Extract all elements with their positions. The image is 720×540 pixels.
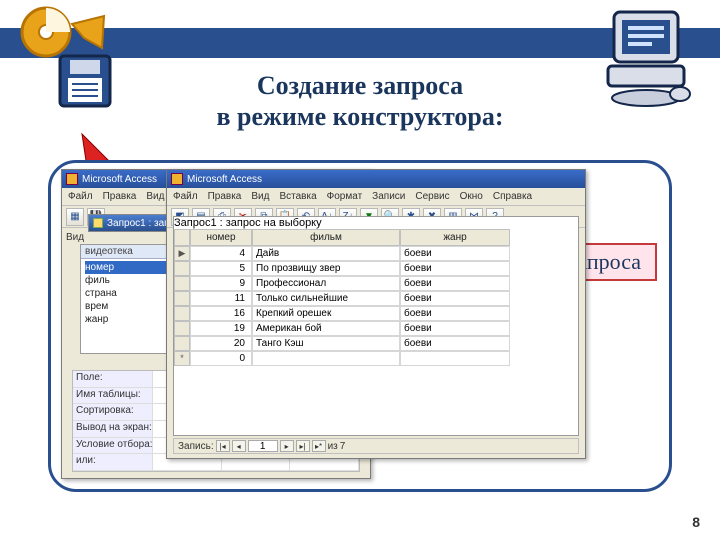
vid-label: Вид (66, 232, 84, 243)
menu-window[interactable]: Окно (460, 191, 483, 202)
cell[interactable]: 0 (190, 351, 252, 366)
row-selector[interactable] (174, 291, 190, 306)
record-navigator[interactable]: Запись: |◂ ◂ ▸ ▸| ▸* из 7 (173, 438, 579, 454)
tool-view[interactable]: ▦ (66, 208, 84, 226)
cell[interactable]: 16 (190, 306, 252, 321)
field-list-header: видеотека (81, 245, 175, 259)
cell[interactable]: боеви (400, 291, 510, 306)
titlebar-text: Microsoft Access (187, 174, 262, 185)
row-selector-new[interactable]: * (174, 351, 190, 366)
slide-title-line2: в режиме конструктора: (216, 102, 503, 131)
recnav-label: Запись: (178, 441, 214, 452)
app-icon (66, 173, 78, 185)
datasheet-child: Запрос1 : запрос на выборку номер фильм … (173, 216, 579, 436)
grid-label: Поле: (73, 371, 153, 388)
row-selector[interactable] (174, 261, 190, 276)
menu-edit[interactable]: Правка (208, 191, 242, 202)
grid-label: Имя таблицы: (73, 388, 153, 405)
recnav-next[interactable]: ▸ (280, 440, 294, 452)
datasheet-grid[interactable]: номер фильм жанр ▶ 4 Дайв боеви 5 По про… (174, 229, 578, 366)
cell[interactable]: 19 (190, 321, 252, 336)
slide-title-line1: Создание запроса (257, 71, 463, 100)
slide-title: Создание запроса в режиме конструктора: (0, 70, 720, 132)
recnav-new[interactable]: ▸* (312, 440, 326, 452)
cell[interactable]: Профессионал (252, 276, 400, 291)
recnav-total-prefix: из (328, 441, 338, 452)
cell[interactable]: Американ бой (252, 321, 400, 336)
cell[interactable]: Танго Кэш (252, 336, 400, 351)
menu-format[interactable]: Формат (327, 191, 363, 202)
field-item[interactable]: филь (85, 274, 171, 287)
col-header[interactable]: фильм (252, 229, 400, 246)
access-window-datasheet: Microsoft Access Файл Правка Вид Вставка… (166, 169, 586, 459)
field-item[interactable]: номер (85, 261, 171, 274)
menu-file[interactable]: Файл (173, 191, 198, 202)
recnav-last[interactable]: ▸| (296, 440, 310, 452)
menu-help[interactable]: Справка (493, 191, 532, 202)
cell[interactable] (400, 351, 510, 366)
grid-label: Вывод на экран: (73, 421, 153, 438)
field-item[interactable]: страна (85, 287, 171, 300)
cell[interactable]: Дайв (252, 246, 400, 261)
field-item[interactable]: жанр (85, 313, 171, 326)
col-header[interactable]: номер (190, 229, 252, 246)
row-selector[interactable] (174, 321, 190, 336)
cell[interactable]: 20 (190, 336, 252, 351)
col-header[interactable]: жанр (400, 229, 510, 246)
cell[interactable] (252, 351, 400, 366)
cell[interactable]: 5 (190, 261, 252, 276)
row-selector[interactable] (174, 276, 190, 291)
cell[interactable]: боеви (400, 276, 510, 291)
row-selector-header (174, 229, 190, 246)
child-titlebar-front[interactable]: Запрос1 : запрос на выборку (174, 217, 578, 229)
row-selector[interactable] (174, 306, 190, 321)
page-number: 8 (692, 514, 700, 530)
grid-label: или: (73, 454, 153, 471)
cell[interactable]: боеви (400, 321, 510, 336)
recnav-prev[interactable]: ◂ (232, 440, 246, 452)
menu-edit[interactable]: Правка (103, 191, 137, 202)
cell[interactable]: По прозвищу звер (252, 261, 400, 276)
field-list[interactable]: видеотека номер филь страна врем жанр (80, 244, 176, 354)
cell[interactable]: боеви (400, 246, 510, 261)
menu-file[interactable]: Файл (68, 191, 93, 202)
menu-view[interactable]: Вид (251, 191, 269, 202)
cell[interactable]: боеви (400, 306, 510, 321)
menu-view[interactable]: Вид (146, 191, 164, 202)
recnav-current[interactable] (248, 440, 278, 452)
menu-tools[interactable]: Сервис (415, 191, 449, 202)
grid-label: Сортировка: (73, 404, 153, 421)
cell[interactable]: 11 (190, 291, 252, 306)
menubar-front[interactable]: Файл Правка Вид Вставка Формат Записи Се… (167, 188, 585, 206)
cell[interactable]: 9 (190, 276, 252, 291)
cell[interactable]: Только сильнейшие (252, 291, 400, 306)
cell[interactable]: 4 (190, 246, 252, 261)
titlebar-text: Microsoft Access (82, 174, 157, 185)
menu-records[interactable]: Записи (372, 191, 405, 202)
grid-label: Условие отбора: (73, 438, 153, 455)
cell[interactable]: Крепкий орешек (252, 306, 400, 321)
child-title-front: Запрос1 : запрос на выборку (174, 217, 322, 229)
titlebar-front[interactable]: Microsoft Access (167, 170, 585, 188)
row-selector[interactable] (174, 336, 190, 351)
recnav-total: 7 (340, 441, 346, 452)
recnav-first[interactable]: |◂ (216, 440, 230, 452)
query-icon (93, 218, 103, 228)
screenshot-stage: апроса результат Microsoft Access Файл П… (48, 160, 672, 492)
menu-insert[interactable]: Вставка (279, 191, 316, 202)
cell[interactable]: боеви (400, 261, 510, 276)
app-icon (171, 173, 183, 185)
field-item[interactable]: врем (85, 300, 171, 313)
cell[interactable]: боеви (400, 336, 510, 351)
row-selector[interactable]: ▶ (174, 246, 190, 261)
field-list-items[interactable]: номер филь страна врем жанр (81, 259, 175, 328)
